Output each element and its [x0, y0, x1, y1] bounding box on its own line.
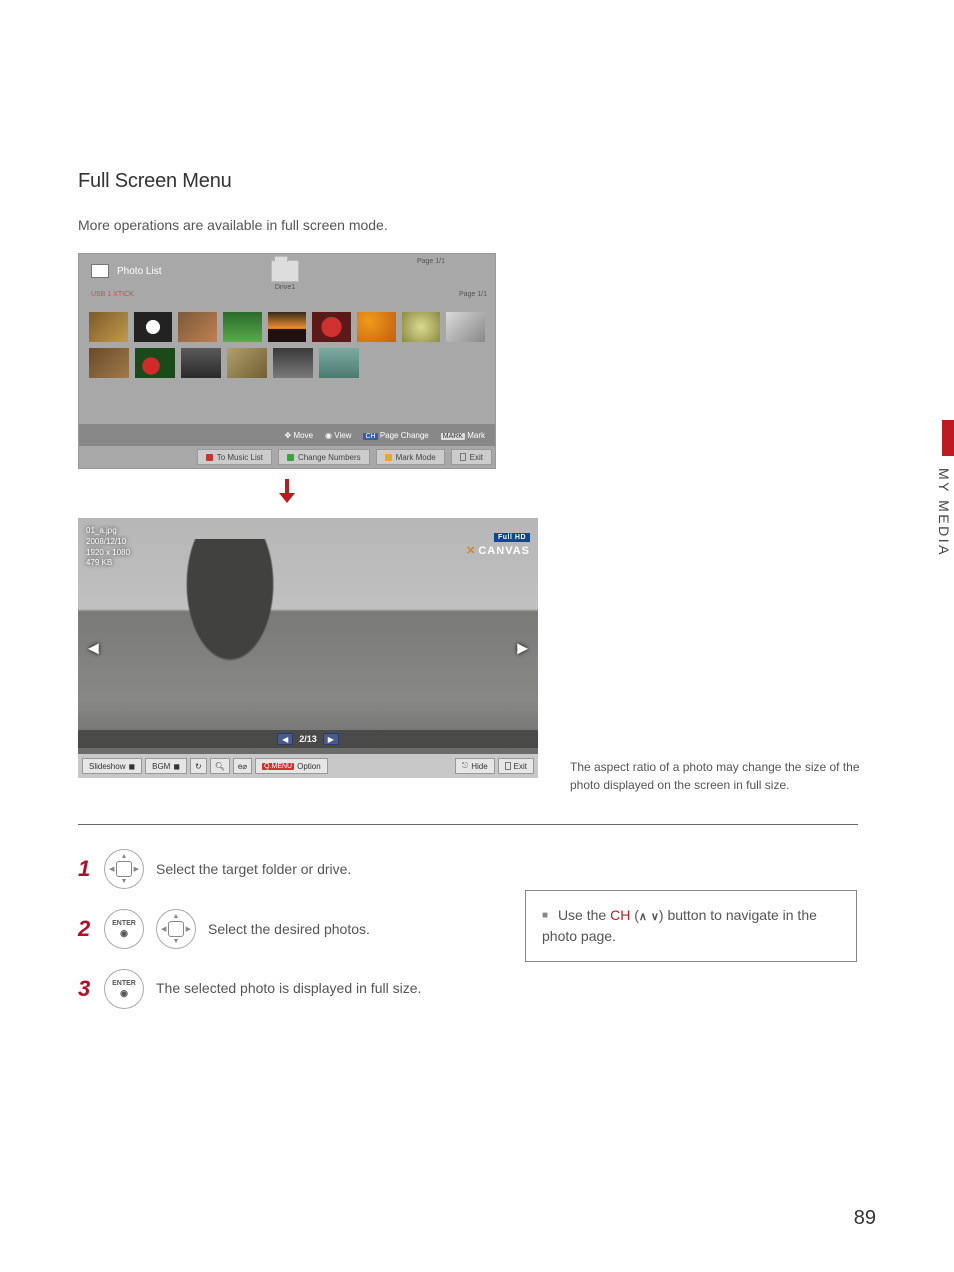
- bullet-icon: ■: [542, 910, 548, 921]
- yellow-dot-icon: [385, 454, 392, 461]
- hint-page-change: Page Change: [380, 431, 429, 440]
- page-indicator-side: Page 1/1: [459, 291, 487, 298]
- full-hd-badge: Full HD: [494, 533, 530, 542]
- viewer-exit-button[interactable]: Exit: [498, 758, 534, 774]
- canvas-badge: CANVAS: [478, 545, 530, 557]
- enter-dot-icon: ◉: [120, 989, 128, 998]
- exit-icon: [505, 762, 511, 770]
- photo-list-icon: [91, 264, 109, 278]
- caret-down-icon: ∨: [651, 911, 659, 923]
- thumbnail-grid: [79, 302, 495, 424]
- mark-badge-icon: MARK: [441, 433, 465, 440]
- thumbnail[interactable]: [178, 312, 217, 342]
- step-number-2: 2: [78, 916, 92, 942]
- intro-text: More operations are available in full sc…: [78, 217, 876, 233]
- hint-bar: ✥ Move ◉ View CH Page Change MARK Mark: [79, 424, 495, 446]
- hint-move: Move: [293, 431, 313, 440]
- thumbnail[interactable]: [135, 348, 175, 378]
- slideshow-button[interactable]: Slideshow ◼: [82, 758, 142, 774]
- thumbnail[interactable]: [89, 312, 128, 342]
- stop-icon: ◼: [173, 762, 180, 771]
- thumbnail[interactable]: [312, 312, 351, 342]
- nav-button-icon: ▲▼◀▶: [156, 909, 196, 949]
- caret-up-icon: ∧: [639, 911, 647, 923]
- option-button[interactable]: Q.MENU Option: [255, 758, 328, 774]
- next-photo-button[interactable]: ▶: [517, 640, 528, 657]
- ch-label: CH: [610, 907, 630, 923]
- section-divider: [78, 824, 858, 825]
- thumbnail[interactable]: [181, 348, 221, 378]
- mark-mode-button[interactable]: Mark Mode: [376, 449, 445, 465]
- thumbnail[interactable]: [446, 312, 485, 342]
- x-icon: ✕: [466, 544, 476, 557]
- green-dot-icon: [287, 454, 294, 461]
- ch-hint-prefix: Use the: [558, 907, 610, 923]
- thumbnail[interactable]: [89, 348, 129, 378]
- counter-prev-button[interactable]: ◀: [277, 733, 293, 745]
- page-number: 89: [854, 1207, 876, 1230]
- down-arrow-icon: [78, 479, 496, 508]
- usb-label: USB 1 XTICK: [91, 291, 134, 298]
- thumbnail[interactable]: [402, 312, 441, 342]
- red-dot-icon: [206, 454, 213, 461]
- bgm-button[interactable]: BGM ◼: [145, 758, 187, 774]
- rotate-icon: ↻: [195, 762, 202, 771]
- photo-filename: 01_a.jpg: [86, 526, 130, 537]
- move-icon: ✥: [285, 431, 292, 440]
- prev-photo-button[interactable]: ◀: [88, 640, 99, 657]
- thumbnail[interactable]: [223, 312, 262, 342]
- drive-folder[interactable]: Drive1: [271, 260, 299, 291]
- step-number-3: 3: [78, 976, 92, 1002]
- thumbnail[interactable]: [227, 348, 267, 378]
- thumbnail[interactable]: [357, 312, 396, 342]
- photo-resolution: 1920 x 1080: [86, 548, 130, 559]
- steps-list: 1 ▲▼◀▶ Select the target folder or drive…: [78, 849, 508, 1009]
- aspect-ratio-note: The aspect ratio of a photo may change t…: [570, 758, 860, 794]
- qmenu-badge: Q.MENU: [262, 763, 294, 770]
- zoom-icon: 🔍︎: [215, 762, 225, 771]
- to-music-list-button[interactable]: To Music List: [197, 449, 272, 465]
- change-numbers-button[interactable]: Change Numbers: [278, 449, 370, 465]
- thumbnail[interactable]: [134, 312, 173, 342]
- thumbnail[interactable]: [273, 348, 313, 378]
- nav-button-icon: ▲▼◀▶: [104, 849, 144, 889]
- folder-icon: [271, 260, 299, 282]
- ch-badge-icon: CH: [363, 433, 377, 440]
- photo-date: 2008/12/10: [86, 537, 130, 548]
- energy-button[interactable]: e⌀: [233, 758, 252, 774]
- drive-label: Drive1: [271, 284, 299, 291]
- enter-button-icon: ENTER◉: [104, 909, 144, 949]
- step-2-text: Select the desired photos.: [208, 921, 508, 937]
- step-number-1: 1: [78, 856, 92, 882]
- step-3-text: The selected photo is displayed in full …: [156, 979, 436, 999]
- view-icon: ◉: [325, 431, 332, 440]
- counter-next-button[interactable]: ▶: [323, 733, 339, 745]
- photo-metadata: 01_a.jpg 2008/12/10 1920 x 1080 479 KB: [86, 526, 130, 569]
- enter-button-icon: ENTER◉: [104, 969, 144, 1009]
- photo-viewer-screen: 01_a.jpg 2008/12/10 1920 x 1080 479 KB F…: [78, 518, 538, 778]
- enter-dot-icon: ◉: [120, 929, 128, 938]
- zoom-button[interactable]: 🔍︎: [210, 758, 230, 774]
- page-heading: Full Screen Menu: [78, 170, 876, 193]
- photo-size: 479 KB: [86, 558, 130, 569]
- thumbnail[interactable]: [268, 312, 307, 342]
- exit-icon: [460, 453, 466, 461]
- rotate-button[interactable]: ↻: [190, 758, 207, 774]
- photo-list-screen: Photo List USB 1 XTICK Drive1 Page 1/1 P…: [78, 253, 496, 469]
- thumbnail[interactable]: [319, 348, 359, 378]
- exit-button[interactable]: Exit: [451, 449, 492, 465]
- hint-mark: Mark: [467, 431, 485, 440]
- step-1-text: Select the target folder or drive.: [156, 861, 508, 877]
- ch-hint-box: ■ Use the CH (∧ ∨) button to navigate in…: [525, 890, 857, 962]
- stop-icon: ◼: [128, 762, 135, 771]
- hint-view: View: [334, 431, 351, 440]
- hide-button[interactable]: ⎋ Hide: [455, 758, 495, 774]
- hide-icon: ⎋: [462, 761, 468, 771]
- photo-counter: 2/13: [299, 734, 317, 744]
- page-indicator-top: Page 1/1: [417, 258, 445, 265]
- energy-icon: e⌀: [238, 762, 247, 771]
- photo-list-title: Photo List: [117, 266, 161, 277]
